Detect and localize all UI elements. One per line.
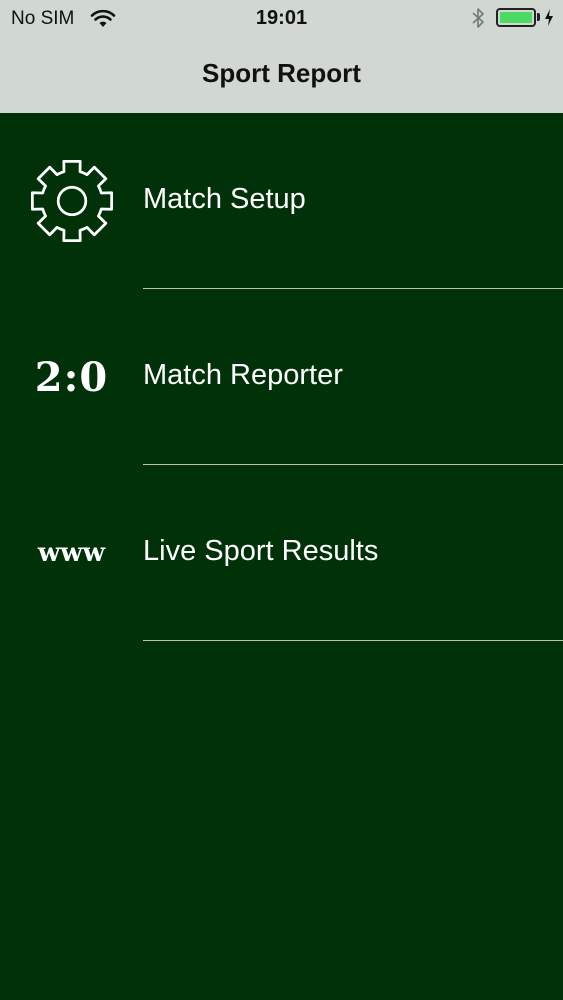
- gear-icon: [20, 151, 123, 251]
- bluetooth-icon: [472, 8, 484, 28]
- scoreboard-icon: 2:0: [20, 327, 123, 427]
- battery-level-fill: [500, 12, 532, 23]
- battery-icon: [496, 8, 536, 27]
- www-icon: www: [20, 503, 123, 603]
- battery-nub: [537, 13, 540, 21]
- menu-item-live-sport-results[interactable]: www Live Sport Results: [0, 465, 563, 641]
- page-title: Sport Report: [202, 58, 361, 88]
- menu-item-label: Match Setup: [143, 183, 306, 215]
- menu-item-label: Match Reporter: [143, 359, 343, 391]
- www-icon-text: www: [37, 538, 106, 568]
- menu-item-label: Live Sport Results: [143, 535, 379, 567]
- menu-item-match-setup[interactable]: Match Setup: [0, 113, 563, 289]
- main-menu: Match Setup 2:0 Match Reporter www Live …: [0, 113, 563, 641]
- divider: [143, 640, 563, 641]
- navigation-bar: Sport Report: [0, 38, 563, 113]
- charging-bolt-icon: [545, 9, 553, 26]
- status-bar: No SIM 19:01: [0, 0, 563, 38]
- menu-item-match-reporter[interactable]: 2:0 Match Reporter: [0, 289, 563, 465]
- scoreboard-icon-text: 2:0: [34, 353, 109, 401]
